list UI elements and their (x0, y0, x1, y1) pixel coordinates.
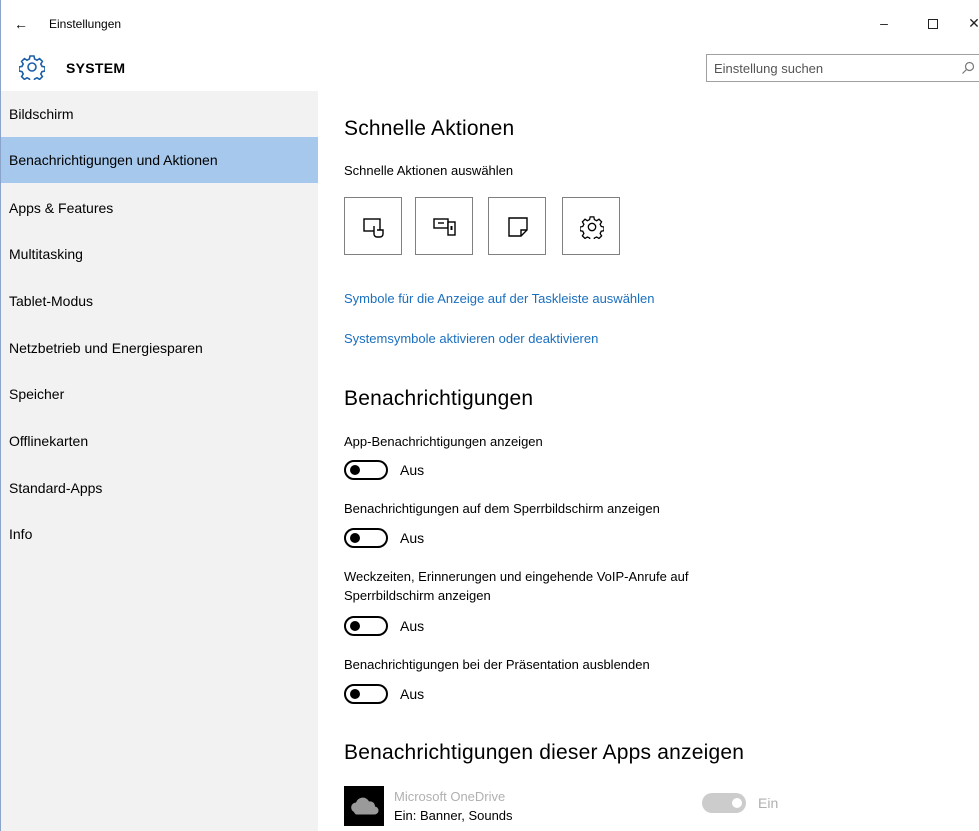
toggle-state: Ein (758, 795, 779, 811)
minimize-button[interactable]: – (869, 10, 899, 36)
presentation-hide-toggle[interactable] (344, 684, 388, 704)
search-input[interactable]: Einstellung suchen (706, 54, 979, 82)
close-button[interactable]: ✕ (959, 10, 979, 36)
gear-icon (19, 55, 45, 80)
setting-label: Benachrichtigungen auf dem Sperrbildschi… (344, 501, 660, 516)
settings-icon (580, 216, 604, 239)
apps-notifications-heading: Benachrichtigungen dieser Apps anzeigen (344, 741, 745, 764)
app-notifications-toggle[interactable] (344, 460, 388, 480)
quick-action-tile-4[interactable] (562, 197, 620, 255)
onedrive-icon (344, 786, 384, 826)
search-placeholder: Einstellung suchen (714, 61, 824, 76)
sidebar-item-label: Speicher (9, 386, 65, 402)
toggle-knob (350, 689, 360, 699)
app-name: Microsoft OneDrive (394, 789, 506, 804)
taskbar-icons-link[interactable]: Symbole für die Anzeige auf der Taskleis… (344, 291, 655, 306)
app-notification-detail: Ein: Banner, Sounds (394, 808, 513, 823)
toggle-knob (350, 533, 360, 543)
sidebar-item-label: Netzbetrieb und Energiesparen (9, 340, 203, 356)
sidebar-item-info[interactable]: Info (1, 511, 318, 557)
project-icon (433, 218, 456, 236)
quick-actions-heading: Schnelle Aktionen (344, 117, 515, 140)
sidebar-item-label: Apps & Features (9, 200, 114, 216)
quick-actions-subheading: Schnelle Aktionen auswählen (344, 163, 514, 178)
setting-label: App-Benachrichtigungen anzeigen (344, 434, 543, 449)
toggle-state: Aus (400, 530, 425, 546)
main-content: Schnelle Aktionen Schnelle Aktionen ausw… (318, 91, 979, 831)
notifications-heading: Benachrichtigungen (344, 387, 534, 410)
onedrive-toggle[interactable] (702, 793, 746, 813)
sidebar-item-label: Bildschirm (9, 106, 74, 122)
tablet-mode-icon (363, 218, 384, 238)
sidebar-item-label: Benachrichtigungen und Aktionen (9, 152, 218, 168)
sidebar-item-netzbetrieb[interactable]: Netzbetrieb und Energiesparen (1, 325, 318, 371)
back-arrow-icon[interactable]: ← (11, 14, 31, 34)
sidebar-item-label: Multitasking (9, 246, 83, 262)
sidebar-item-benachrichtigungen[interactable]: Benachrichtigungen und Aktionen (1, 137, 318, 183)
sidebar-item-label: Offlinekarten (9, 433, 89, 449)
category-header: SYSTEM Einstellung suchen (1, 48, 979, 88)
app-row-onedrive[interactable]: Microsoft OneDrive Ein: Banner, Sounds E… (344, 786, 964, 826)
window-title: Einstellungen (49, 17, 122, 31)
voip-alarms-toggle[interactable] (344, 616, 388, 636)
system-icons-link[interactable]: Systemsymbole aktivieren oder deaktivier… (344, 331, 598, 346)
sidebar: Bildschirm Benachrichtigungen und Aktion… (1, 91, 318, 831)
sidebar-item-apps-features[interactable]: Apps & Features (1, 185, 318, 231)
setting-label-line-2: Sperrbildschirm anzeigen (344, 588, 491, 603)
note-icon (508, 217, 528, 237)
search-icon[interactable] (961, 61, 975, 75)
sidebar-item-label: Tablet-Modus (9, 293, 94, 309)
toggle-knob (732, 798, 742, 808)
sidebar-item-tablet-modus[interactable]: Tablet-Modus (1, 278, 318, 324)
toggle-state: Aus (400, 686, 425, 702)
toggle-state: Aus (400, 618, 425, 634)
settings-window: ← Einstellungen – ✕ SYSTEM Einstellung s… (0, 0, 979, 831)
sidebar-item-label: Standard-Apps (9, 480, 103, 496)
toggle-knob (350, 621, 360, 631)
category-title: SYSTEM (66, 60, 126, 76)
sidebar-item-bildschirm[interactable]: Bildschirm (1, 91, 318, 137)
maximize-button[interactable] (918, 10, 948, 36)
lockscreen-notifications-toggle[interactable] (344, 528, 388, 548)
setting-label: Benachrichtigungen bei der Präsentation … (344, 657, 650, 672)
sidebar-item-standard-apps[interactable]: Standard-Apps (1, 465, 318, 511)
setting-label-line-1: Weckzeiten, Erinnerungen und eingehende … (344, 569, 689, 584)
toggle-state: Aus (400, 462, 425, 478)
maximize-icon (928, 19, 938, 30)
sidebar-item-label: Info (9, 526, 33, 542)
sidebar-item-speicher[interactable]: Speicher (1, 371, 318, 417)
quick-action-tile-1[interactable] (344, 197, 402, 255)
quick-action-tile-3[interactable] (488, 197, 546, 255)
title-bar: ← Einstellungen – ✕ (1, 0, 979, 44)
quick-action-tile-2[interactable] (415, 197, 473, 255)
sidebar-item-offlinekarten[interactable]: Offlinekarten (1, 418, 318, 464)
sidebar-item-multitasking[interactable]: Multitasking (1, 231, 318, 277)
toggle-knob (350, 465, 360, 475)
